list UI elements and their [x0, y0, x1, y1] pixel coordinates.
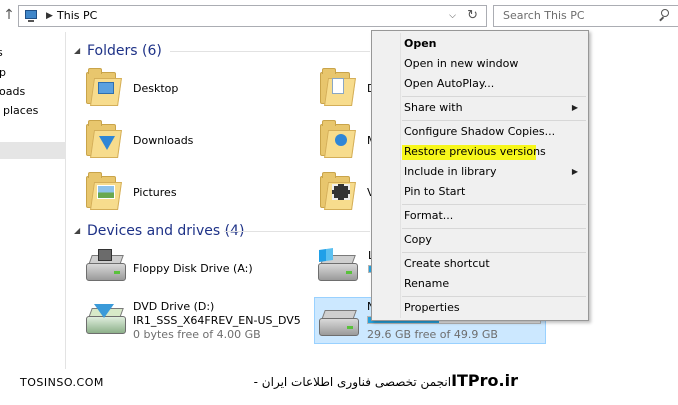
menu-item-format[interactable]: Format...: [372, 206, 588, 226]
watermark-right-text: انجمن تخصصی فناوری اطلاعات ایران -: [249, 375, 452, 389]
folder-desktop[interactable]: Desktop: [84, 68, 284, 112]
search-icon[interactable]: [658, 9, 670, 23]
drive-free-space: 29.6 GB free of 49.9 GB: [367, 328, 498, 341]
address-bar[interactable]: ▶ This PC ⌵ ↻: [18, 5, 487, 27]
this-pc-icon: [23, 9, 39, 23]
folder-downloads[interactable]: Downloads: [84, 120, 284, 164]
menu-item-configure-shadow-copies[interactable]: Configure Shadow Copies...: [372, 122, 588, 142]
menu-item-copy[interactable]: Copy: [372, 230, 588, 250]
nav-item[interactable]: places: [3, 104, 38, 118]
folder-videos[interactable]: V: [318, 172, 375, 216]
menu-item-properties[interactable]: Properties: [372, 298, 588, 318]
folder-label: Pictures: [133, 186, 177, 199]
drive-dvd[interactable]: DVD Drive (D:) IR1_SSS_X64FREV_EN-US_DV5…: [84, 298, 314, 344]
dvd-drive-icon: [84, 302, 128, 338]
folder-music[interactable]: M: [318, 120, 377, 164]
pictures-folder-icon: [84, 172, 122, 212]
folder-pictures[interactable]: Pictures: [84, 172, 284, 216]
submenu-arrow-icon: ▶: [571, 167, 578, 176]
watermark-right: انجمن تخصصی فناوری اطلاعات ایران - ITPro…: [158, 371, 518, 390]
drive-free-space: 0 bytes free of 4.00 GB: [133, 328, 261, 341]
watermark-brand: ITPro.ir: [451, 371, 518, 390]
drive-floppy[interactable]: Floppy Disk Drive (A:): [84, 249, 304, 289]
address-path[interactable]: This PC: [57, 9, 97, 23]
menu-item-open-new-window[interactable]: Open in new window: [372, 54, 588, 74]
drive-local-c[interactable]: L: [316, 248, 378, 289]
menu-item-share-with[interactable]: Share with ▶: [372, 98, 588, 118]
group-title: Folders (6): [87, 43, 162, 59]
drive-label: Floppy Disk Drive (A:): [133, 262, 253, 275]
breadcrumb-chevron-icon[interactable]: ▶: [46, 9, 53, 23]
menu-item-label: Share with: [404, 101, 463, 114]
nav-item[interactable]: p: [0, 66, 6, 80]
watermark-left: TOSINSO.COM: [20, 376, 104, 389]
drive-label: DVD Drive (D:): [133, 300, 215, 313]
desktop-folder-icon: [84, 68, 122, 108]
refresh-icon[interactable]: ↻: [467, 7, 478, 25]
navigation-pane: s p oads places: [0, 32, 66, 369]
group-header-devices[interactable]: ◢ Devices and drives (4): [74, 221, 374, 241]
search-box[interactable]: Search This PC: [493, 5, 678, 27]
chevron-down-icon[interactable]: ⌵: [449, 9, 456, 23]
folder-label: Downloads: [133, 134, 194, 147]
group-header-folders[interactable]: ◢ Folders (6): [74, 41, 374, 61]
search-input[interactable]: Search This PC: [503, 9, 585, 23]
address-toolbar: ↑ ▶ This PC ⌵ ↻ Search This PC: [0, 0, 678, 32]
menu-item-open-autoplay[interactable]: Open AutoPlay...: [372, 74, 588, 94]
context-menu: Open Open in new window Open AutoPlay...…: [371, 30, 589, 321]
folder-documents[interactable]: D: [318, 68, 375, 112]
group-title: Devices and drives (4): [87, 223, 245, 239]
menu-item-create-shortcut[interactable]: Create shortcut: [372, 254, 588, 274]
hard-drive-icon: [317, 304, 361, 340]
hard-drive-icon: [316, 248, 360, 285]
nav-item[interactable]: oads: [0, 85, 25, 99]
up-arrow-icon[interactable]: ↑: [2, 6, 16, 24]
collapse-chevron-icon[interactable]: ◢: [74, 46, 80, 56]
menu-item-rename[interactable]: Rename: [372, 274, 588, 294]
videos-folder-icon: [318, 172, 356, 212]
menu-item-open[interactable]: Open: [372, 34, 588, 54]
collapse-chevron-icon[interactable]: ◢: [74, 226, 80, 236]
menu-item-label: Include in library: [404, 165, 497, 178]
nav-item-selected[interactable]: [0, 142, 66, 159]
nav-item[interactable]: s: [0, 46, 3, 60]
downloads-folder-icon: [84, 120, 122, 160]
drive-volume-label: IR1_SSS_X64FREV_EN-US_DV5: [133, 314, 301, 327]
folder-label: Desktop: [133, 82, 179, 95]
menu-item-restore-previous-versions[interactable]: Restore previous versions: [372, 142, 588, 162]
submenu-arrow-icon: ▶: [571, 103, 578, 112]
music-folder-icon: [318, 120, 356, 160]
menu-item-include-in-library[interactable]: Include in library ▶: [372, 162, 588, 182]
menu-item-pin-to-start[interactable]: Pin to Start: [372, 182, 588, 202]
documents-folder-icon: [318, 68, 356, 108]
floppy-drive-icon: [84, 249, 128, 285]
